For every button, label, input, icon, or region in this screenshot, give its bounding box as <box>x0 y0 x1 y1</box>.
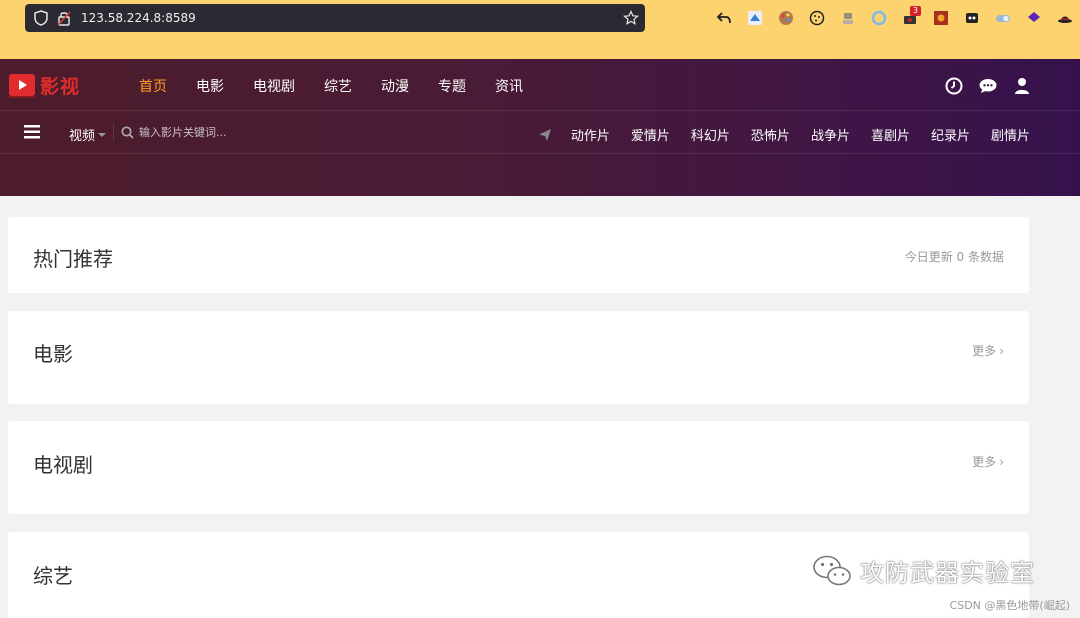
search-type-label: 视频 <box>69 129 96 144</box>
bird-extension-icon[interactable] <box>743 8 766 28</box>
genre-scifi[interactable]: 科幻片 <box>691 125 730 144</box>
nav-variety[interactable]: 综艺 <box>324 76 352 96</box>
genre-drama[interactable]: 剧情片 <box>991 125 1030 144</box>
user-icon[interactable] <box>1012 76 1032 96</box>
logo-text: 影视 <box>40 75 81 98</box>
caret-down-icon <box>98 132 107 137</box>
site-logo[interactable]: 影视 <box>8 71 80 99</box>
update-count-text: 今日更新 0 条数据 <box>904 250 1004 264</box>
tv-more-link[interactable]: 更多 › <box>972 453 1004 470</box>
watermark: 攻防武器实验室 <box>812 553 1035 588</box>
badge-extension-icon[interactable]: 3 <box>898 6 921 28</box>
back-arrow-icon[interactable] <box>712 8 735 28</box>
more-label: 更多 <box>972 344 997 358</box>
hamburger-menu-icon[interactable] <box>24 125 40 139</box>
search-icon[interactable] <box>121 126 134 139</box>
sun-extension-icon[interactable] <box>929 8 952 28</box>
search-bar-row: 视频 动作片 爱情片 科幻片 恐怖片 战争片 喜剧片 纪录片 剧情片 <box>0 111 1080 153</box>
search-input[interactable] <box>139 122 339 142</box>
search-type-select[interactable]: 视频 <box>69 125 107 144</box>
credit-text: CSDN @黑色地带(崛起) <box>949 599 1070 612</box>
paper-plane-icon <box>538 128 551 141</box>
genre-romance[interactable]: 爱情片 <box>631 125 670 144</box>
mask-extension-icon[interactable] <box>960 8 983 28</box>
movie-section-title: 电影 <box>33 342 73 366</box>
watermark-text: 攻防武器实验室 <box>860 559 1035 587</box>
browser-toolbar: 123.58.224.8:8589 3 <box>0 0 1080 59</box>
nav-movie[interactable]: 电影 <box>196 76 224 96</box>
tv-panel: 电视剧 更多 › <box>8 421 1029 514</box>
genre-horror[interactable]: 恐怖片 <box>751 125 790 144</box>
layers-extension-icon[interactable] <box>1022 8 1045 28</box>
movie-more-link[interactable]: 更多 › <box>972 342 1004 359</box>
history-clock-icon[interactable] <box>944 76 964 96</box>
toggle-extension-icon[interactable] <box>991 8 1014 28</box>
palette-extension-icon[interactable] <box>774 8 797 28</box>
extensions-toolbar: 3 <box>712 6 1076 28</box>
address-bar[interactable]: 123.58.224.8:8589 <box>25 4 645 32</box>
url-text: 123.58.224.8:8589 <box>81 11 196 25</box>
header-divider-bottom <box>0 153 1080 154</box>
hot-recommend-panel: 热门推荐 今日更新 0 条数据 <box>8 217 1029 293</box>
variety-section-title: 综艺 <box>33 564 73 588</box>
hot-recommend-title: 热门推荐 <box>33 247 113 271</box>
play-logo-icon <box>9 74 35 98</box>
header-actions <box>944 76 1032 96</box>
message-icon[interactable] <box>978 76 998 96</box>
main-nav: 首页 电影 电视剧 综艺 动漫 专题 资讯 <box>139 76 552 96</box>
robot-extension-icon[interactable] <box>836 8 859 28</box>
lock-warning-icon[interactable] <box>57 10 71 26</box>
star-icon[interactable] <box>623 10 639 26</box>
cookie-extension-icon[interactable] <box>805 8 828 28</box>
extension-badge: 3 <box>909 6 921 16</box>
nav-topic[interactable]: 专题 <box>438 76 466 96</box>
nav-tv[interactable]: 电视剧 <box>253 76 295 96</box>
more-label: 更多 <box>972 455 997 469</box>
search-separator <box>113 123 114 141</box>
genre-comedy[interactable]: 喜剧片 <box>871 125 910 144</box>
genre-documentary[interactable]: 纪录片 <box>931 125 970 144</box>
nav-anime[interactable]: 动漫 <box>381 76 409 96</box>
movie-panel: 电影 更多 › <box>8 311 1029 404</box>
chevron-right-icon: › <box>999 343 1004 358</box>
hat-extension-icon[interactable] <box>1053 8 1076 28</box>
wechat-icon <box>813 555 851 585</box>
tv-section-title: 电视剧 <box>33 453 93 477</box>
site-header: 影视 首页 电影 电视剧 综艺 动漫 专题 资讯 视频 动作片 爱情片 科幻片 … <box>0 59 1080 196</box>
nav-home[interactable]: 首页 <box>139 76 167 96</box>
nav-news[interactable]: 资讯 <box>495 76 523 96</box>
ring-extension-icon[interactable] <box>867 8 890 28</box>
shield-icon[interactable] <box>33 10 49 26</box>
chevron-right-icon: › <box>999 454 1004 469</box>
genre-war[interactable]: 战争片 <box>811 125 850 144</box>
genre-nav: 动作片 爱情片 科幻片 恐怖片 战争片 喜剧片 纪录片 剧情片 <box>538 125 1030 144</box>
genre-action[interactable]: 动作片 <box>571 125 610 144</box>
